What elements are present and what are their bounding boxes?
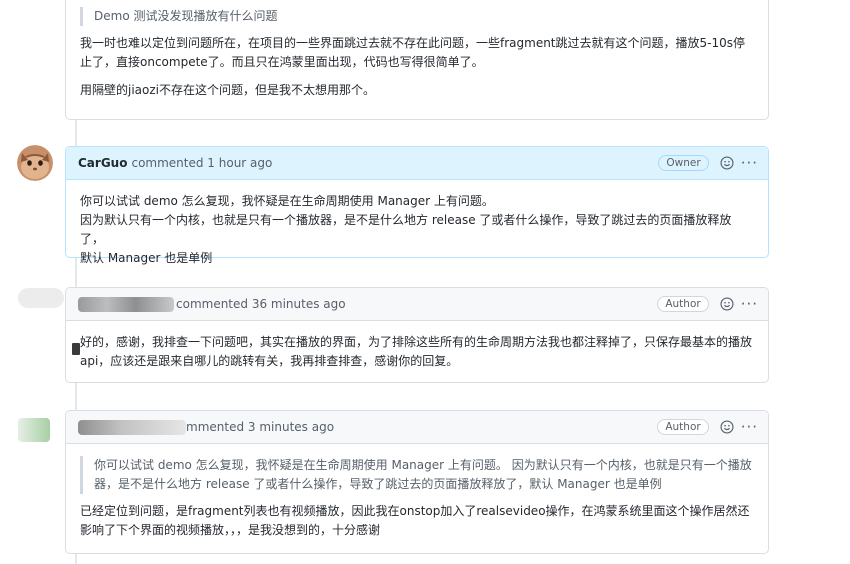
blurred-avatar bbox=[18, 288, 64, 308]
smiley-icon[interactable] bbox=[719, 296, 735, 312]
smiley-icon[interactable] bbox=[719, 419, 735, 435]
blurred-author bbox=[78, 296, 174, 312]
comment-card: mmented 3 minutes ago Author ··· 你可以试试 d… bbox=[65, 410, 769, 554]
cat-avatar-image bbox=[17, 145, 53, 181]
comment-header: CarGuo commented 1 hour ago Owner ··· bbox=[66, 147, 768, 180]
comment-text: 默认 Manager 也是单例 bbox=[80, 251, 213, 265]
smiley-icon[interactable] bbox=[719, 155, 735, 171]
comment-card: Demo 测试没发现播放有什么问题 我一时也难以定位到问题所在，在项目的一些界面… bbox=[65, 0, 769, 120]
comment-text: 用隔壁的jiaozi不存在这个问题，但是我不太想用那个。 bbox=[80, 83, 375, 97]
comment-text: 已经定位到问题，是fragment列表也有视频播放，因此我在onstop加入了r… bbox=[80, 504, 750, 537]
comment-text: 你可以试试 demo 怎么复现，我怀疑是在生命周期使用 Manager 上有问题… bbox=[80, 194, 494, 208]
comment-header: commented 36 minutes ago Author ··· bbox=[66, 288, 768, 321]
comment-text: 好的，感谢，我排查一下问题吧，其实在播放的界面，为了排除这些所有的生命周期方法我… bbox=[80, 335, 753, 368]
kebab-horizontal-icon[interactable]: ··· bbox=[741, 419, 758, 435]
comment-text: 我一时也难以定位到问题所在，在项目的一些界面跳过去就不存在此问题，一些fragm… bbox=[80, 36, 746, 69]
comment-card: CarGuo commented 1 hour ago Owner ··· 你可… bbox=[65, 146, 769, 265]
owner-badge: Owner bbox=[658, 155, 709, 171]
comment-timestamp[interactable]: commented 1 hour ago bbox=[131, 156, 272, 170]
comment-author[interactable]: CarGuo bbox=[78, 156, 127, 170]
blurred-author bbox=[78, 419, 186, 435]
comment-card: commented 36 minutes ago Author ··· 好的，感… bbox=[65, 287, 769, 383]
comment-quote: Demo 测试没发现播放有什么问题 bbox=[80, 7, 754, 26]
blurred-avatar bbox=[18, 418, 50, 442]
comment-timestamp[interactable]: commented 36 minutes ago bbox=[176, 297, 346, 311]
comment-timestamp[interactable]: mmented 3 minutes ago bbox=[186, 420, 334, 434]
comment-text: 因为默认只有一个内核，也就是只有一个播放器，是不是什么地方 release 了或… bbox=[80, 213, 732, 246]
author-badge: Author bbox=[657, 419, 709, 435]
comment-quote: 你可以试试 demo 怎么复现，我怀疑是在生命周期使用 Manager 上有问题… bbox=[80, 456, 754, 494]
kebab-horizontal-icon[interactable]: ··· bbox=[741, 155, 758, 171]
blurred-mark bbox=[72, 343, 80, 355]
comment-header: mmented 3 minutes ago Author ··· bbox=[66, 411, 768, 444]
author-badge: Author bbox=[657, 296, 709, 312]
kebab-horizontal-icon[interactable]: ··· bbox=[741, 296, 758, 312]
avatar[interactable] bbox=[17, 145, 53, 181]
